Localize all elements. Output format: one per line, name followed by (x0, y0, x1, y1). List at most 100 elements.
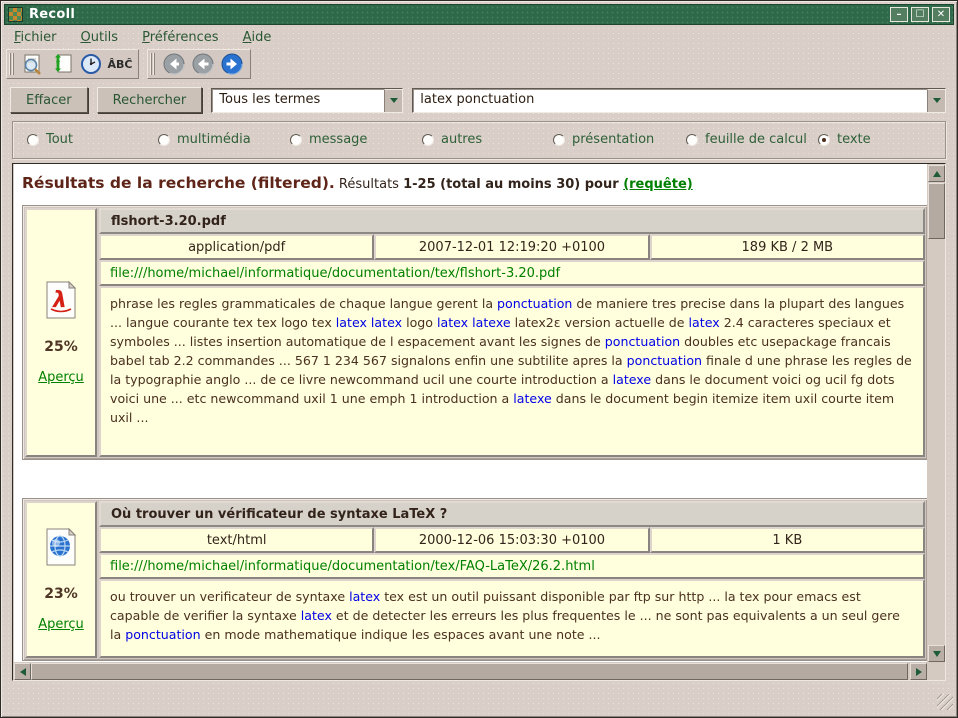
pdf-file-icon[interactable]: λ (43, 280, 79, 324)
radio-icon[interactable] (290, 134, 302, 146)
results-frame: Résultats de la recherche (filtered). Ré… (12, 163, 946, 681)
maximize-button[interactable]: ☐ (911, 7, 929, 22)
filter-label: message (309, 132, 367, 147)
result-url-row: file:///home/michael/informatique/docume… (99, 260, 925, 286)
result-side-panel: 23%Aperçu (25, 501, 97, 658)
filter-label: Tout (46, 132, 73, 147)
result-main: flshort-3.20.pdfapplication/pdf2007-12-0… (99, 208, 925, 457)
result-main: Où trouver un vérificateur de syntaxe La… (99, 501, 925, 658)
search-input[interactable]: latex ponctuation (413, 89, 927, 112)
scroll-right-icon[interactable] (910, 663, 927, 680)
mime-type: text/html (99, 527, 374, 553)
vertical-scrollbar[interactable] (928, 164, 945, 662)
horizontal-scrollbar[interactable] (14, 663, 927, 680)
filter-label: autres (441, 132, 482, 147)
chevron-down-icon[interactable] (927, 89, 945, 112)
sort-parameters-icon[interactable] (49, 51, 75, 77)
highlighted-term: ponctuation (605, 334, 680, 349)
term-explorer-icon[interactable]: ÂBĈ (107, 51, 133, 77)
result-info-row: text/html2000-12-06 15:03:30 +01001 KB (99, 527, 925, 553)
filter-label: texte (837, 132, 871, 147)
result-date: 2007-12-01 12:19:20 +0100 (374, 234, 649, 260)
radio-icon[interactable] (686, 134, 698, 146)
radio-icon[interactable] (27, 134, 39, 146)
filter-message[interactable]: message (290, 132, 367, 147)
scroll-down-icon[interactable] (928, 645, 945, 662)
filter-texte[interactable]: texte (818, 132, 871, 147)
result-url-row: file:///home/michael/informatique/docume… (99, 553, 925, 579)
results-title: Résultats de la recherche (filtered). (22, 174, 335, 192)
highlighted-term: latex latexe (437, 315, 511, 330)
horizontal-scroll-thumb[interactable] (31, 663, 908, 680)
highlighted-term: ponctuation (497, 296, 572, 311)
result-title: flshort-3.20.pdf (99, 208, 925, 234)
search-mode-select[interactable]: Tous les termes (211, 88, 403, 113)
filter-autres[interactable]: autres (422, 132, 482, 147)
filter-tout[interactable]: Tout (27, 132, 73, 147)
result-title: Où trouver un vérificateur de syntaxe La… (99, 501, 925, 527)
toolbar-group-tools: ÂBĈ (6, 49, 139, 79)
filter-label: feuille de calcul (705, 132, 807, 147)
result-item: λ 25% Aperçu flshort-3.20.pdfapplication/pd… (22, 205, 927, 460)
result-item: 23%AperçuOù trouver un vérificateur de s… (22, 498, 927, 661)
filter-feuille-de-calcul[interactable]: feuille de calcul (686, 132, 807, 147)
vertical-scroll-thumb[interactable] (928, 183, 945, 239)
menu-aide[interactable]: Aide (243, 30, 272, 45)
status-bar (4, 681, 954, 711)
results-header: Résultats de la recherche (filtered). Ré… (20, 170, 927, 192)
radio-icon[interactable] (158, 134, 170, 146)
close-button[interactable]: ✕ (932, 7, 950, 22)
first-page-icon[interactable] (161, 51, 187, 77)
filter-présentation[interactable]: présentation (553, 132, 654, 147)
toolbar-grip[interactable] (9, 53, 15, 75)
minimize-button[interactable]: – (890, 7, 908, 22)
toolbar-grip[interactable] (150, 53, 156, 75)
filter-label: présentation (572, 132, 654, 147)
relevance-percent: 25% (44, 339, 78, 355)
preview-link[interactable]: Aperçu (38, 617, 84, 632)
result-side-panel: λ 25% Aperçu (25, 208, 97, 457)
highlighted-term: ponctuation (125, 627, 200, 642)
toolbar: ÂBĈ (4, 48, 954, 81)
search-mode-value: Tous les termes (212, 89, 384, 112)
radio-icon[interactable] (818, 134, 830, 146)
next-page-icon[interactable] (219, 51, 245, 77)
result-info-row: application/pdf2007-12-01 12:19:20 +0100… (99, 234, 925, 260)
filter-multimédia[interactable]: multimédia (158, 132, 251, 147)
previous-page-icon[interactable] (190, 51, 216, 77)
mime-type: application/pdf (99, 234, 374, 260)
result-size: 1 KB (650, 527, 925, 553)
menubar: Fichier Outils Préférences Aide (4, 25, 954, 48)
html-file-icon[interactable] (43, 527, 79, 571)
resize-grip[interactable] (937, 694, 953, 710)
highlighted-term: latexe (613, 372, 652, 387)
search-query-combobox[interactable]: latex ponctuation (412, 88, 946, 113)
history-clock-icon[interactable] (78, 51, 104, 77)
result-snippet: phrase les regles grammaticales de chaqu… (99, 286, 925, 457)
menu-preferences[interactable]: Préférences (142, 30, 218, 45)
scroll-up-icon[interactable] (928, 165, 945, 182)
result-url-link[interactable]: file:///home/michael/informatique/docume… (110, 266, 560, 281)
scroll-left-icon[interactable] (14, 663, 31, 680)
svg-text:λ: λ (52, 288, 67, 313)
preview-link[interactable]: Aperçu (38, 370, 84, 385)
radio-icon[interactable] (422, 134, 434, 146)
menu-outils[interactable]: Outils (81, 30, 119, 45)
query-link[interactable]: (requête) (623, 177, 693, 192)
menu-fichier[interactable]: Fichier (14, 30, 57, 45)
result-url-link[interactable]: file:///home/michael/informatique/docume… (110, 559, 595, 574)
filter-label: multimédia (177, 132, 251, 147)
recoll-window: Recoll – ☐ ✕ FichierOutilsPréférencesAid… (0, 0, 958, 718)
results-list: Résultats de la recherche (filtered). Ré… (14, 164, 927, 662)
radio-icon[interactable] (553, 134, 565, 146)
app-icon (8, 7, 23, 22)
results-range: 1-25 (total au moins 30) pour (403, 177, 623, 192)
clear-button[interactable]: Effacer (10, 87, 88, 113)
highlighted-term: latex (689, 315, 720, 330)
chevron-down-icon[interactable] (384, 89, 402, 112)
highlighted-term: latex latex (336, 315, 402, 330)
result-size: 189 KB / 2 MB (650, 234, 925, 260)
search-button[interactable]: Rechercher (97, 87, 203, 113)
highlighted-term: latex (301, 608, 332, 623)
document-preview-icon[interactable] (20, 51, 46, 77)
